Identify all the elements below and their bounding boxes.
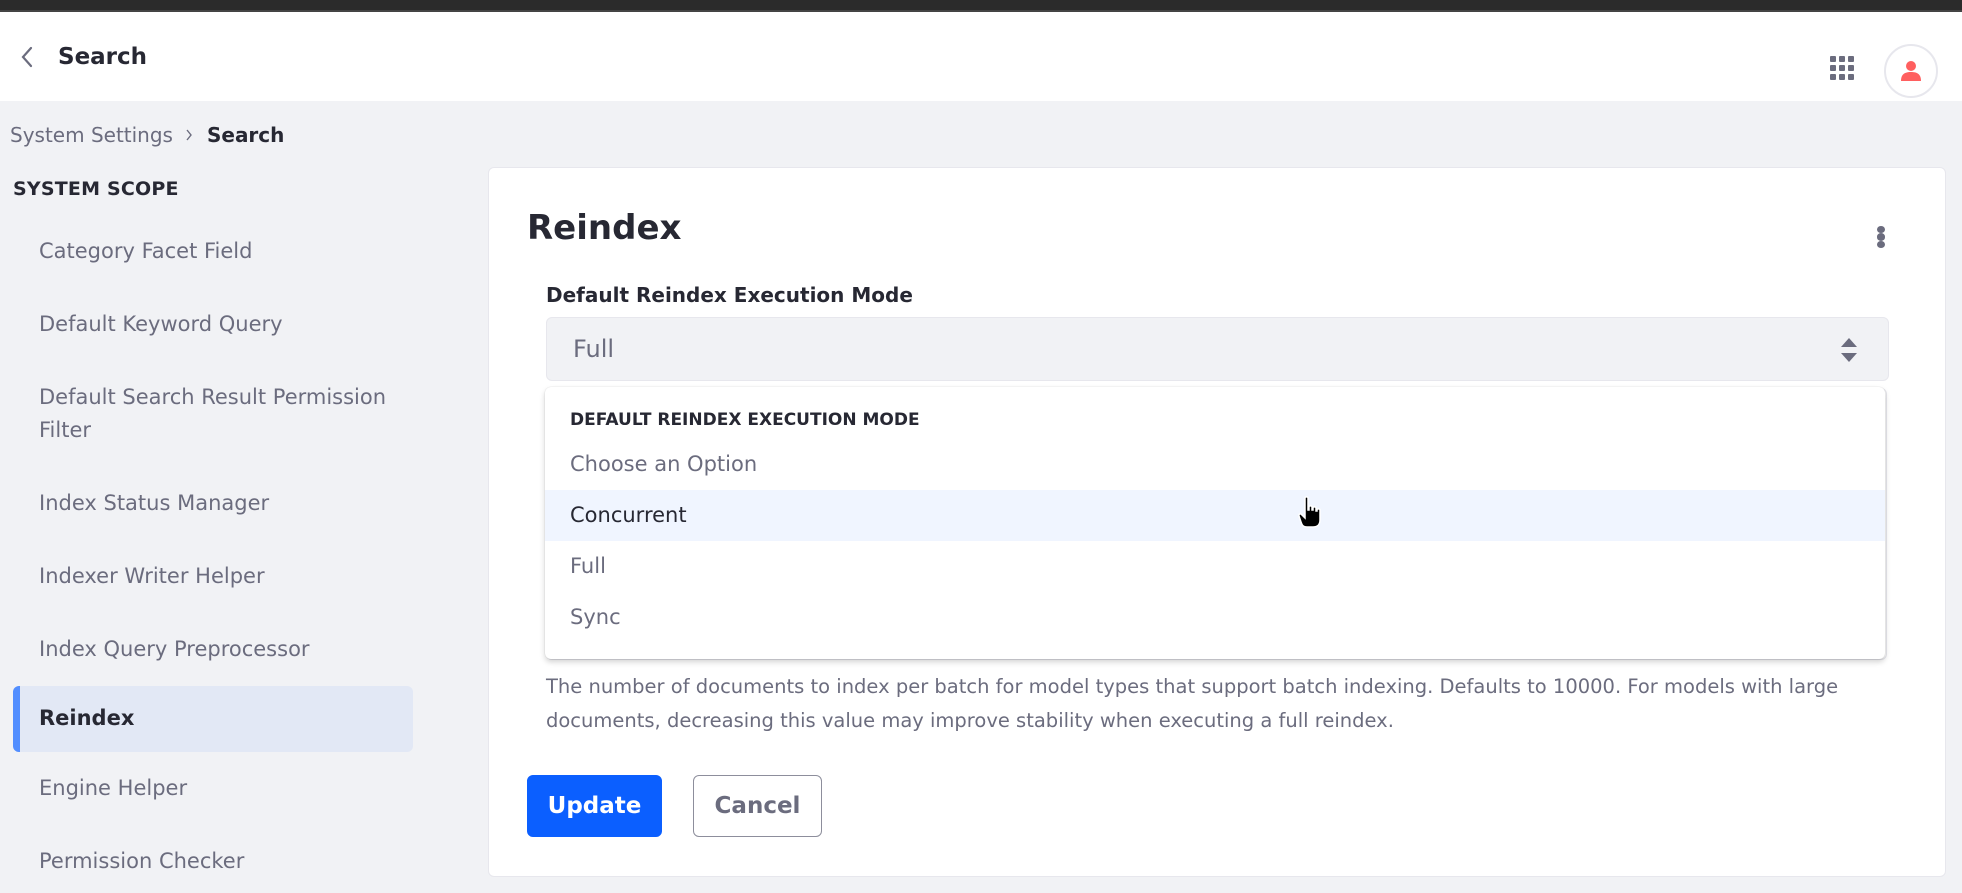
ellipsis-dot (1877, 233, 1885, 241)
dropdown-option-sync[interactable]: Sync (545, 592, 1885, 643)
breadcrumb-system-settings[interactable]: System Settings (10, 121, 173, 149)
breadcrumb-separator-icon (185, 129, 193, 141)
user-avatar-button[interactable] (1884, 44, 1938, 98)
dropdown-option-concurrent[interactable]: Concurrent (545, 490, 1885, 541)
card-title: Reindex (527, 208, 682, 248)
page-title: Search (58, 44, 148, 70)
ellipsis-dot (1877, 240, 1885, 248)
sidebar-item-index-query-preprocessor[interactable]: Index Query Preprocessor (13, 613, 413, 686)
breadcrumb: System Settings Search (10, 121, 284, 149)
back-button[interactable] (12, 42, 42, 72)
update-button[interactable]: Update (527, 775, 662, 837)
sidebar-scope-title: SYSTEM SCOPE (13, 178, 179, 200)
caret-double-icon (1841, 338, 1857, 362)
sidebar-item-category-facet-field[interactable]: Category Facet Field (13, 215, 413, 288)
execution-mode-label: Default Reindex Execution Mode (546, 283, 913, 307)
cancel-button[interactable]: Cancel (693, 775, 822, 837)
sidebar-item-engine-helper[interactable]: Engine Helper (13, 752, 413, 825)
sidebar-nav: Category Facet Field Default Keyword Que… (13, 215, 413, 893)
app-header: Search (0, 12, 1962, 101)
execution-mode-selected-value: Full (573, 335, 615, 363)
sidebar-item-reindex[interactable]: Reindex (13, 686, 413, 752)
chevron-left-icon (21, 46, 33, 68)
execution-mode-dropdown-menu: DEFAULT REINDEX EXECUTION MODE Choose an… (545, 387, 1885, 659)
sidebar-item-index-status-manager[interactable]: Index Status Manager (13, 467, 413, 540)
sidebar-item-permission-checker[interactable]: Permission Checker (13, 825, 413, 893)
ellipsis-vertical-icon (1877, 226, 1885, 234)
breadcrumb-current: Search (206, 123, 285, 147)
sidebar-item-default-keyword-query[interactable]: Default Keyword Query (13, 288, 413, 361)
dropdown-option-choose[interactable]: Choose an Option (545, 439, 1885, 490)
grid-icon (1830, 56, 1854, 80)
options-menu-button[interactable] (1871, 220, 1891, 254)
user-icon (1901, 61, 1921, 81)
execution-mode-select[interactable]: Full (546, 317, 1889, 381)
browser-top-strip (0, 0, 1962, 12)
dropdown-header: DEFAULT REINDEX EXECUTION MODE (570, 410, 920, 430)
apps-menu-button[interactable] (1830, 56, 1856, 82)
dropdown-option-full[interactable]: Full (545, 541, 1885, 592)
sidebar-item-indexer-writer-helper[interactable]: Indexer Writer Helper (13, 540, 413, 613)
sidebar-item-default-search-result-permission-filter[interactable]: Default Search Result Permission Filter (13, 361, 413, 467)
batch-size-help-text: The number of documents to index per bat… (546, 675, 1839, 732)
